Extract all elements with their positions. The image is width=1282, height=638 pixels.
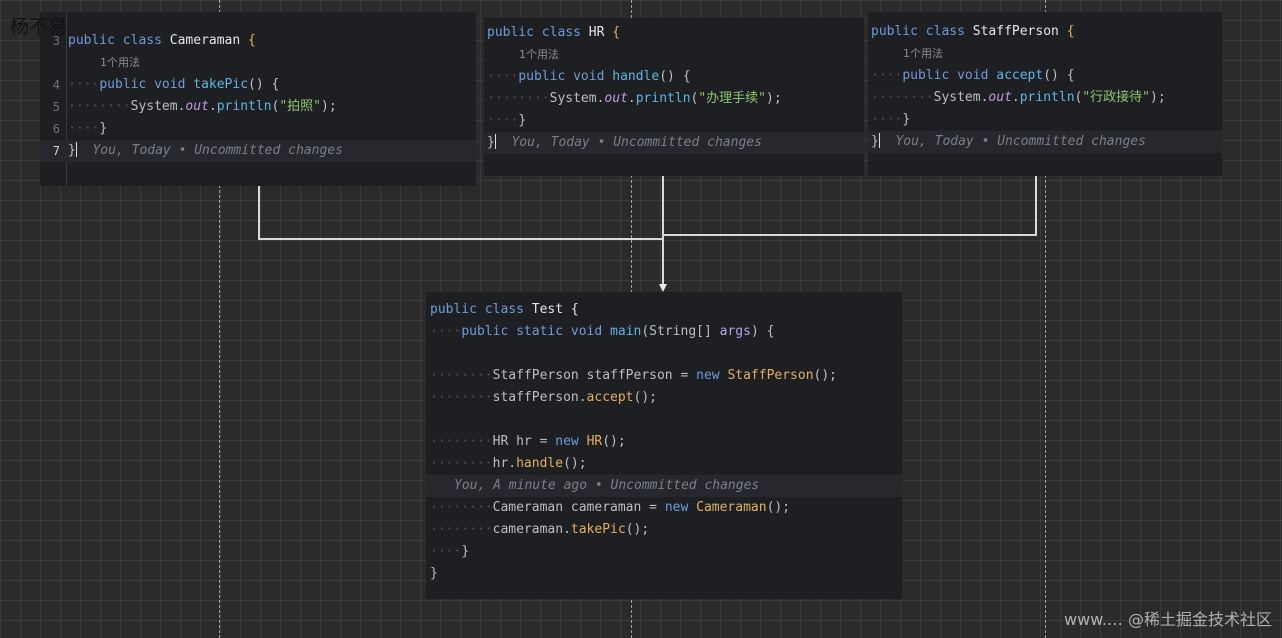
connector-cameraman-down: [258, 186, 260, 240]
text-caret: [878, 133, 880, 148]
code-line: ····}: [487, 113, 527, 128]
code-line: 3 public class Cameraman {: [40, 30, 476, 52]
code-line: public class Test {: [430, 302, 579, 317]
connector-staff-across: [663, 234, 1037, 236]
code-line: ····}: [871, 112, 911, 127]
git-blame-annotation[interactable]: You, Today • Uncommitted changes: [92, 143, 342, 158]
hr-class-panel[interactable]: public class HR { 1个用法 ····public void h…: [484, 18, 864, 176]
method-handle: handle: [612, 69, 660, 84]
code-line: ········Cameraman cameraman = new Camera…: [430, 500, 791, 515]
code-line: 4 ····public void takePic() {: [52, 77, 280, 92]
cameraman-class-panel[interactable]: 3 public class Cameraman { 1个用法 4 ····publ…: [40, 12, 476, 186]
usage-hint: 1个用法: [100, 56, 140, 69]
current-line: } You, Today • Uncommitted changes: [484, 132, 864, 154]
method-accept: accept: [996, 68, 1044, 83]
code-line: ········hr.handle();: [430, 456, 587, 471]
code-line: ········StaffPerson staffPerson = new St…: [430, 368, 838, 383]
connector-cameraman-across: [258, 238, 663, 240]
git-blame-annotation[interactable]: You, Today • Uncommitted changes: [895, 134, 1145, 149]
code-line: ····public static void main(String[] arg…: [430, 324, 775, 339]
code-line: ····public void handle() {: [487, 69, 691, 84]
staffperson-class-panel[interactable]: public class StaffPerson { 1个用法 ····publ…: [868, 12, 1222, 176]
method-takepic: takePic: [193, 77, 249, 92]
author-name: 杨不易: [10, 16, 68, 38]
watermark: www.… @稀土掘金技术社区: [1064, 610, 1272, 629]
code-line: ····}: [430, 544, 470, 559]
current-line: } You, Today • Uncommitted changes: [868, 131, 1222, 153]
code-line: ····public void accept() {: [871, 68, 1075, 83]
code-line: public class HR {: [487, 25, 621, 40]
method-main: main: [610, 324, 642, 339]
code-line: ········System.out.println("办理手续");: [487, 91, 782, 106]
blame-line: You, A minute ago • Uncommitted changes: [426, 475, 902, 497]
usage-hint: 1个用法: [903, 47, 943, 60]
test-class-panel[interactable]: public class Test { ····public static vo…: [426, 292, 902, 599]
current-line: 7} You, Today • Uncommitted changes: [40, 140, 476, 162]
code-line: ········staffPerson.accept();: [430, 390, 657, 405]
text-caret: [75, 142, 77, 157]
code-line: ········HR hr = new HR();: [430, 434, 626, 449]
code-line: ········cameraman.takePic();: [430, 522, 650, 537]
text-caret: [494, 134, 496, 149]
git-blame-annotation[interactable]: You, Today • Uncommitted changes: [511, 135, 761, 150]
code-line: }: [430, 566, 438, 581]
code-line: 6 ····}: [52, 121, 108, 136]
code-line: public class StaffPerson {: [871, 24, 1075, 39]
connector-arrowhead: [659, 284, 667, 292]
git-blame-annotation[interactable]: You, A minute ago • Uncommitted changes: [454, 475, 759, 497]
connector-staff-down: [1035, 176, 1037, 236]
code-line: ········System.out.println("行政接待");: [871, 90, 1166, 105]
usage-hint: 1个用法: [519, 48, 559, 61]
code-line: 5 ········System.out.println("拍照");: [52, 99, 337, 114]
connector-hr-down: [662, 176, 664, 284]
